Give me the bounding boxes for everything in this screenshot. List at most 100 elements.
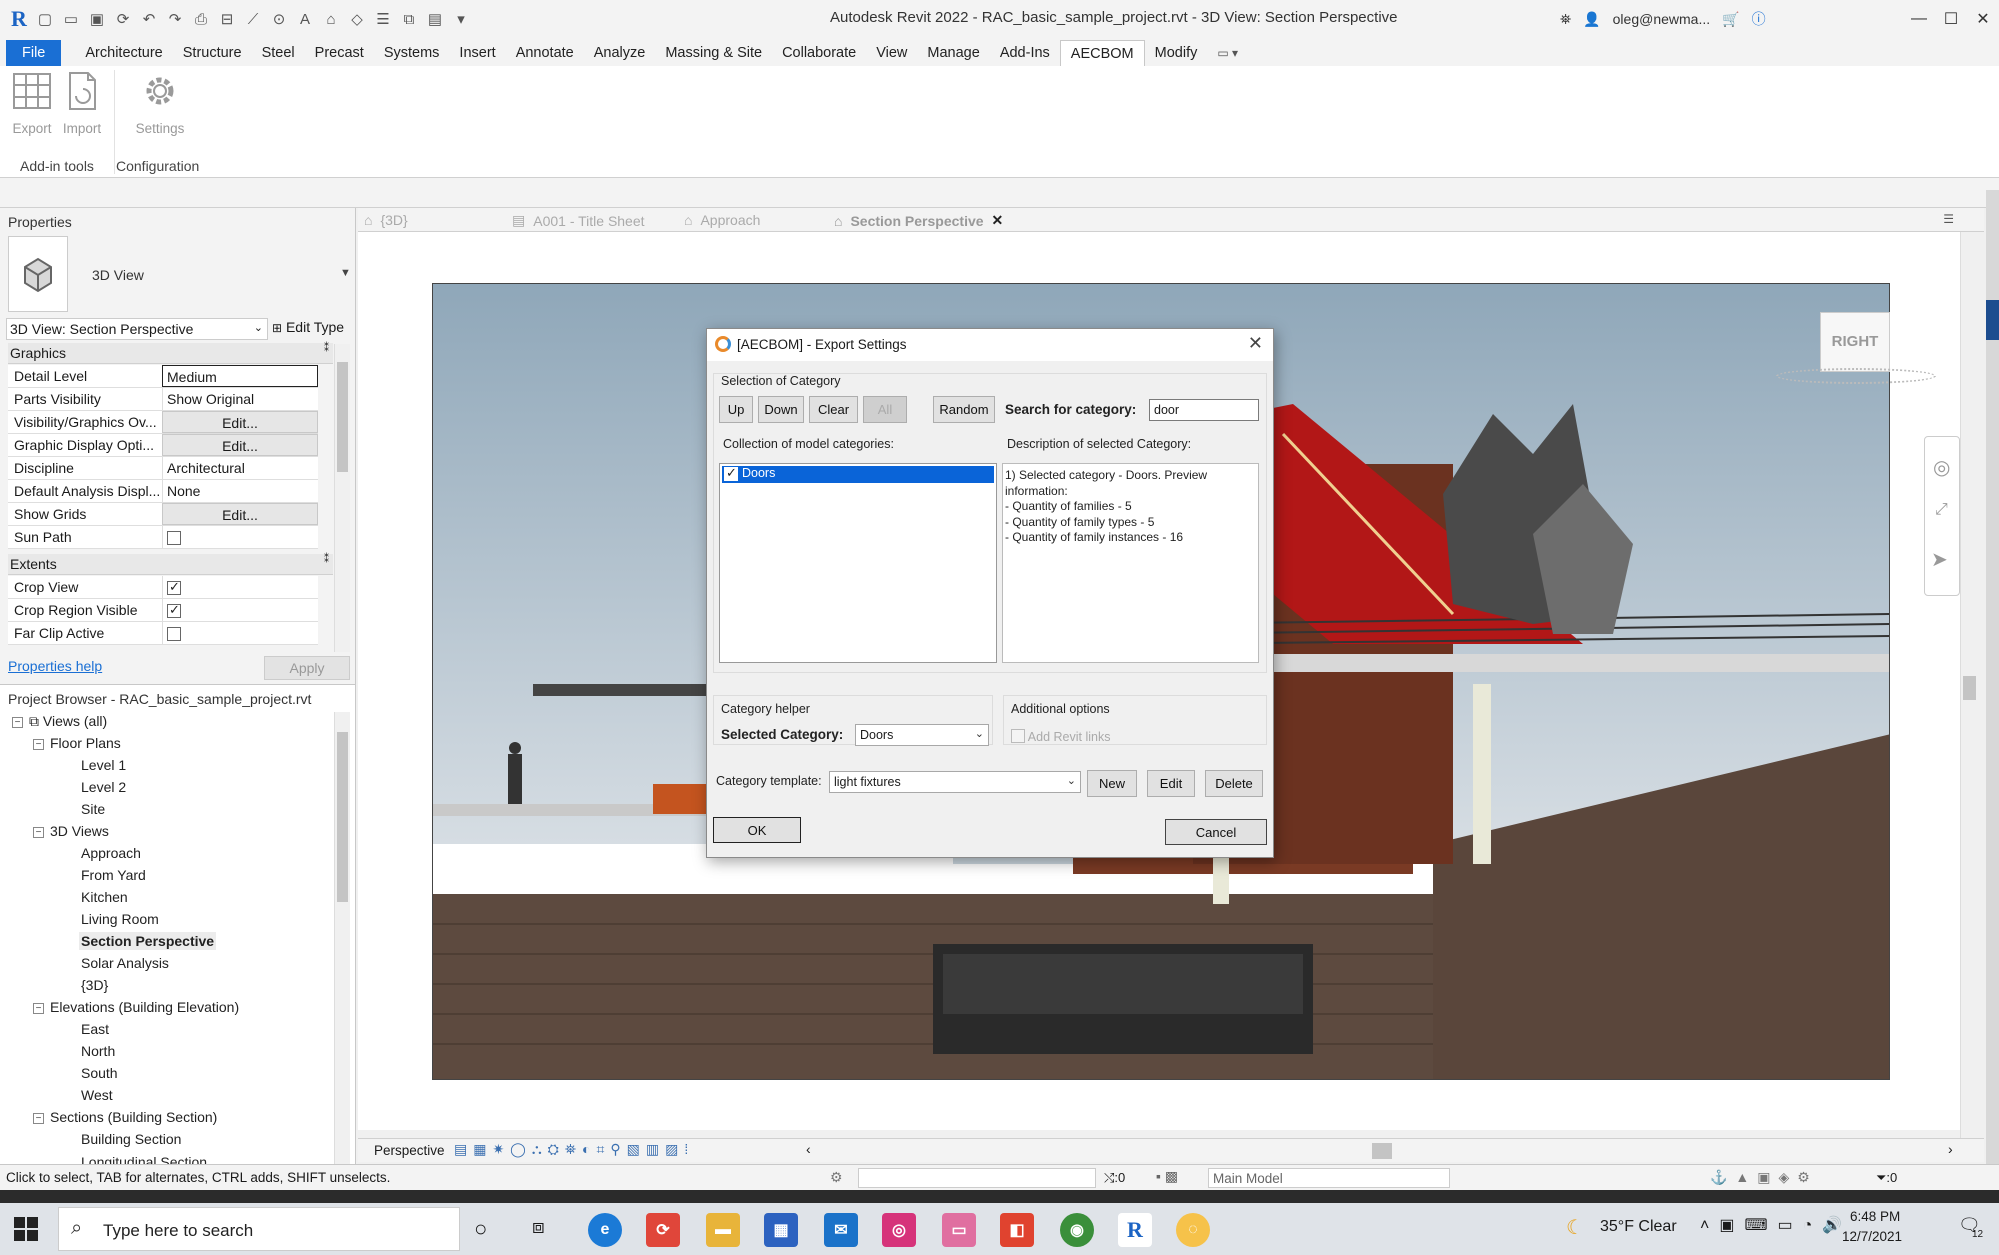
- edge-icon[interactable]: e: [588, 1213, 622, 1247]
- tree-item-site[interactable]: Site: [81, 801, 105, 817]
- sync-app-icon[interactable]: ⟳: [646, 1213, 680, 1247]
- mail-icon[interactable]: ✉: [824, 1213, 858, 1247]
- canvas-horizontal-scroll-thumb[interactable]: [1372, 1143, 1392, 1159]
- graphic-display-edit-button[interactable]: Edit...: [162, 434, 318, 456]
- categories-list[interactable]: Doors: [719, 463, 997, 663]
- apply-button[interactable]: Apply: [264, 656, 350, 680]
- scroll-thumb[interactable]: [337, 362, 348, 472]
- collapse-toggle-icon[interactable]: −: [33, 827, 44, 838]
- workset-select[interactable]: [858, 1168, 1096, 1188]
- far-clip-checkbox[interactable]: [167, 627, 181, 641]
- dialog-close-icon[interactable]: ✕: [1248, 333, 1263, 354]
- scroll-thumb[interactable]: [337, 732, 348, 902]
- tag-icon[interactable]: ⊙: [268, 8, 290, 30]
- prop-row-graphic-display[interactable]: Graphic Display Opti... Edit...: [8, 434, 318, 457]
- tab-view[interactable]: View: [866, 40, 917, 66]
- crop-view-checkbox[interactable]: [167, 579, 181, 595]
- tree-item-east[interactable]: East: [81, 1021, 109, 1037]
- maximize-icon[interactable]: ☐: [1935, 0, 1967, 38]
- tab-view-approach[interactable]: ⌂ Approach: [684, 212, 760, 228]
- customize-qat-icon[interactable]: ▾: [450, 8, 472, 30]
- clear-button[interactable]: Clear: [809, 396, 858, 423]
- template-select[interactable]: light fixtures ⌄: [829, 771, 1081, 793]
- up-button[interactable]: Up: [719, 396, 753, 423]
- tree-item-solar-analysis[interactable]: Solar Analysis: [81, 955, 169, 971]
- crop-region-checkbox[interactable]: [167, 602, 181, 618]
- properties-scrollbar[interactable]: [334, 344, 350, 652]
- clock-date[interactable]: 12/7/2021: [1842, 1229, 1902, 1244]
- tree-item-west[interactable]: West: [81, 1087, 113, 1103]
- aecbom-taskbar-icon[interactable]: ◌: [1176, 1213, 1210, 1247]
- tab-collaborate[interactable]: Collaborate: [772, 40, 866, 66]
- prop-row-sun-path[interactable]: Sun Path: [8, 526, 318, 549]
- tree-views-all[interactable]: − ⧉ Views (all): [12, 713, 107, 730]
- default-analysis-value[interactable]: None: [162, 480, 318, 502]
- all-button[interactable]: All: [863, 396, 907, 423]
- show-grids-edit-button[interactable]: Edit...: [162, 503, 318, 525]
- viewcube[interactable]: RIGHT: [1820, 312, 1890, 372]
- type-preview[interactable]: [8, 236, 68, 312]
- tree-item-level-1[interactable]: Level 1: [81, 757, 126, 773]
- scroll-left-icon[interactable]: ‹: [806, 1141, 811, 1157]
- minimize-icon[interactable]: —: [1903, 0, 1935, 38]
- tree-item-level-2[interactable]: Level 2: [81, 779, 126, 795]
- section-icon[interactable]: ◇: [346, 8, 368, 30]
- store-icon[interactable]: ▦: [764, 1213, 798, 1247]
- canvas-vertical-scrollbar[interactable]: [1960, 232, 1978, 1138]
- user-icon[interactable]: 👤: [1583, 11, 1600, 28]
- import-button[interactable]: Import: [56, 70, 108, 136]
- default-3d-view-icon[interactable]: ⌂: [320, 8, 342, 30]
- chat-app-icon[interactable]: ▭: [942, 1213, 976, 1247]
- tree-item-from-yard[interactable]: From Yard: [81, 867, 146, 883]
- ribbon-display-toggle-icon[interactable]: ▭ ▾: [1207, 40, 1248, 66]
- tree-item-south[interactable]: South: [81, 1065, 118, 1081]
- dimension-icon[interactable]: ⟋: [242, 8, 264, 30]
- tab-file[interactable]: File: [6, 40, 62, 66]
- tray-icons[interactable]: ˄▣⌨▭◔🔊: [1700, 1215, 1852, 1235]
- tab-massing-site[interactable]: Massing & Site: [655, 40, 772, 66]
- save-icon[interactable]: ▣: [86, 8, 108, 30]
- task-view-icon[interactable]: ⧈: [532, 1216, 545, 1239]
- tree-item-longitudinal-section[interactable]: Longitudinal Section: [81, 1154, 207, 1164]
- worksets-icon[interactable]: ⚙: [830, 1169, 843, 1186]
- tree-item-approach[interactable]: Approach: [81, 845, 141, 861]
- home-icon[interactable]: ▢: [34, 8, 56, 30]
- windows-start-icon[interactable]: [14, 1217, 38, 1241]
- prop-row-discipline[interactable]: Discipline Architectural: [8, 457, 318, 480]
- close-icon[interactable]: ✕: [1967, 0, 1999, 38]
- tree-item-kitchen[interactable]: Kitchen: [81, 889, 128, 905]
- tab-steel[interactable]: Steel: [252, 40, 305, 66]
- view-mode-label[interactable]: Perspective: [374, 1143, 445, 1158]
- browser-scrollbar[interactable]: [334, 712, 350, 1164]
- tab-precast[interactable]: Precast: [305, 40, 374, 66]
- tab-modify[interactable]: Modify: [1145, 40, 1208, 66]
- revit-taskbar-icon[interactable]: R: [1118, 1213, 1152, 1247]
- tree-elevations[interactable]: − Elevations (Building Elevation): [33, 999, 239, 1015]
- clock-time[interactable]: 6:48 PM: [1850, 1209, 1900, 1224]
- design-options-icons[interactable]: ▪ ▩: [1156, 1168, 1178, 1185]
- selection-filter-icons[interactable]: ⚓▲▣◈⚙: [1710, 1169, 1818, 1186]
- parts-visibility-value[interactable]: Show Original: [162, 388, 318, 410]
- sun-path-checkbox[interactable]: [167, 531, 181, 545]
- file-explorer-icon[interactable]: ▬: [706, 1213, 740, 1247]
- prop-row-crop-region-visible[interactable]: Crop Region Visible: [8, 599, 318, 622]
- prop-row-show-grids[interactable]: Show Grids Edit...: [8, 503, 318, 526]
- tab-analyze[interactable]: Analyze: [584, 40, 656, 66]
- visibility-graphics-edit-button[interactable]: Edit...: [162, 411, 318, 433]
- viewcube-compass[interactable]: [1776, 368, 1936, 384]
- prop-row-far-clip-active[interactable]: Far Clip Active: [8, 622, 318, 645]
- prop-row-detail-level[interactable]: Detail Level Medium: [8, 365, 318, 388]
- scroll-right-icon[interactable]: ›: [1948, 1141, 1953, 1157]
- tabs-menu-icon[interactable]: ☰: [1943, 212, 1954, 226]
- tab-add-ins[interactable]: Add-Ins: [990, 40, 1060, 66]
- view-controls-icons[interactable]: ▤▦✷◯⛬⛭⛯◐⌗⚲▧▥▨⁞: [454, 1141, 694, 1158]
- help-icon[interactable]: ⓘ: [1752, 9, 1766, 29]
- export-button[interactable]: Export: [6, 70, 58, 136]
- ok-button[interactable]: OK: [713, 817, 801, 843]
- tab-aecbom[interactable]: AECBOM: [1059, 40, 1145, 66]
- user-account[interactable]: oleg@newma...: [1613, 11, 1710, 27]
- measure-icon[interactable]: ⊟: [216, 8, 238, 30]
- collapse-toggle-icon[interactable]: −: [33, 1003, 44, 1014]
- cortana-icon[interactable]: ○: [474, 1216, 487, 1242]
- prop-row-parts-visibility[interactable]: Parts Visibility Show Original: [8, 388, 318, 411]
